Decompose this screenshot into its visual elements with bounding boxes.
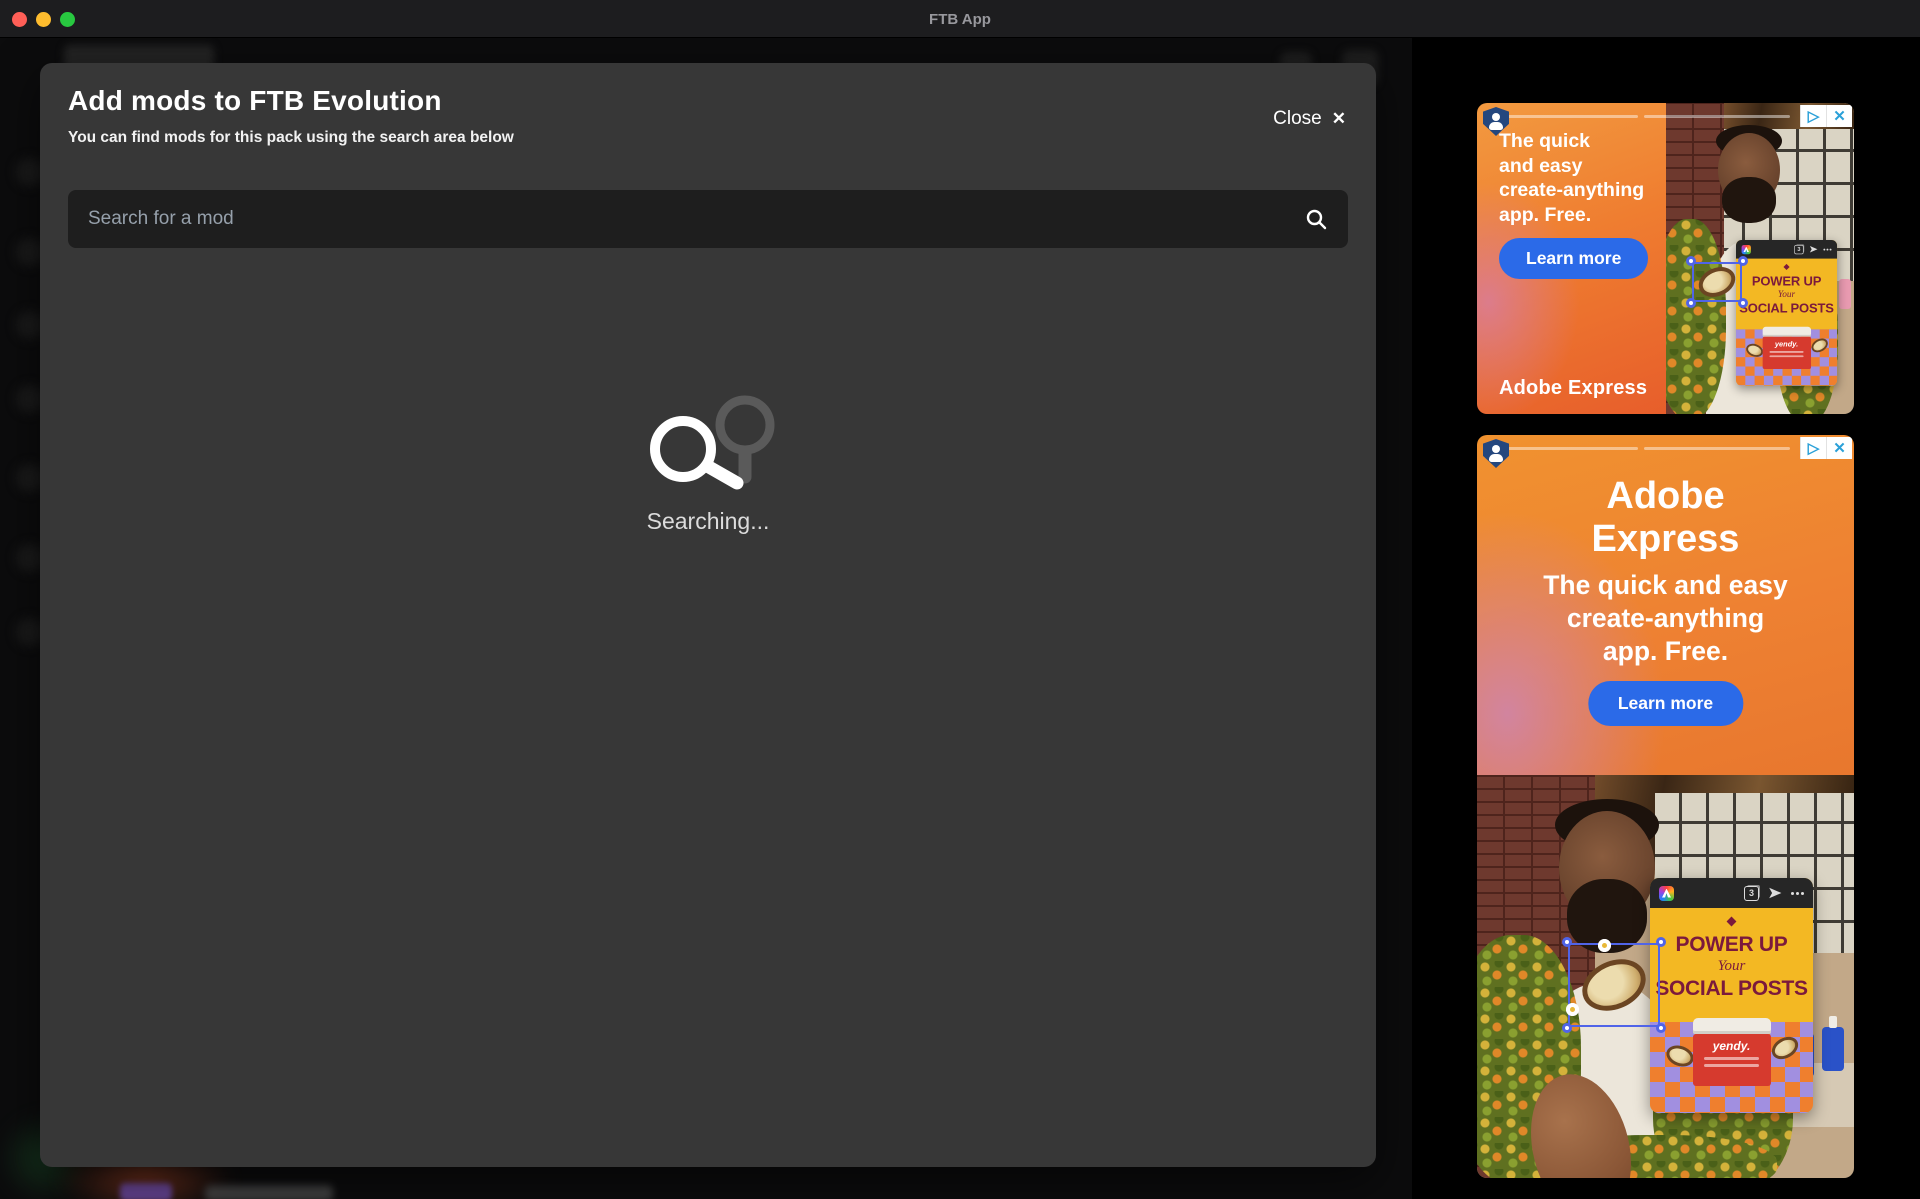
ad-headline-line: app. Free. bbox=[1499, 203, 1644, 228]
selection-handle[interactable] bbox=[1656, 1023, 1666, 1033]
background-avatar-shape bbox=[120, 1183, 172, 1199]
card-header: 3 bbox=[1650, 878, 1813, 908]
card-title-line: Your bbox=[1654, 957, 1809, 976]
adobe-express-logo: Adobe Express bbox=[1499, 377, 1647, 400]
ad-photo-scene: 3 POWER UP Your SOCIAL POSTS bbox=[1477, 775, 1854, 1178]
shea-nut-graphic bbox=[1694, 261, 1740, 302]
selection-box[interactable] bbox=[1692, 262, 1742, 302]
learn-more-button[interactable]: Learn more bbox=[1588, 681, 1743, 726]
brand-line: Adobe bbox=[1477, 475, 1854, 518]
ad-headline: The quick and easy create-anything app. … bbox=[1477, 569, 1854, 668]
selection-handle[interactable] bbox=[1686, 256, 1696, 266]
modal-title: Add mods to FTB Evolution bbox=[68, 85, 442, 117]
layers-icon: 3 bbox=[1744, 886, 1759, 901]
searching-label: Searching... bbox=[40, 508, 1376, 535]
crochet-garment bbox=[1666, 219, 1726, 414]
layers-badge: 3 bbox=[1797, 246, 1800, 252]
card-title-line: POWER UP bbox=[1738, 273, 1834, 289]
man-beard bbox=[1722, 177, 1776, 223]
flower-graphic bbox=[1598, 939, 1611, 952]
ad-controls: ▷ ✕ bbox=[1800, 437, 1852, 459]
card-title-line: SOCIAL POSTS bbox=[1654, 976, 1809, 1001]
shea-nut-graphic bbox=[1574, 950, 1654, 1021]
ad-headline: The quick and easy create-anything app. … bbox=[1499, 129, 1644, 227]
selection-handle[interactable] bbox=[1738, 298, 1748, 308]
close-icon: ✕ bbox=[1332, 109, 1346, 129]
star-ornament bbox=[1783, 264, 1789, 270]
ad-banner-tall[interactable]: Adobe Express The quick and easy create-… bbox=[1477, 435, 1854, 1178]
jar-lid bbox=[1693, 1018, 1771, 1034]
learn-more-button[interactable]: Learn more bbox=[1499, 238, 1648, 279]
modal-close-label: Close bbox=[1273, 108, 1322, 130]
selection-handle[interactable] bbox=[1686, 298, 1696, 308]
flower-graphic bbox=[1566, 1003, 1579, 1016]
ad-headline-line: create-anything bbox=[1477, 602, 1854, 635]
selection-box[interactable] bbox=[1568, 943, 1660, 1027]
searching-magnifier-graphic bbox=[623, 381, 793, 501]
brand-line: Express bbox=[1477, 518, 1854, 561]
jar-body: yendy. bbox=[1762, 337, 1810, 369]
search-icon[interactable] bbox=[1304, 207, 1328, 231]
jar-body: yendy. bbox=[1693, 1034, 1771, 1086]
adobe-express-logo: Adobe Express bbox=[1477, 475, 1854, 561]
layers-badge: 3 bbox=[1749, 888, 1754, 898]
ad-headline-line: and easy bbox=[1499, 154, 1644, 179]
ad-banner-top[interactable]: The quick and easy create-anything app. … bbox=[1477, 103, 1854, 414]
ad-progress-bar bbox=[1491, 115, 1790, 118]
shelf-product bbox=[1822, 1027, 1844, 1071]
product-jar: yendy. bbox=[1693, 1018, 1771, 1086]
card-title-line: Your bbox=[1738, 289, 1834, 301]
modal-close-button[interactable]: Close ✕ bbox=[1273, 108, 1346, 130]
adchoices-icon[interactable]: ▷ bbox=[1800, 105, 1826, 127]
product-jar: yendy. bbox=[1762, 327, 1810, 369]
social-post-card: 3 POWER UP Your SOCIAL POSTS bbox=[1650, 878, 1813, 1113]
card-header: 3 bbox=[1736, 240, 1837, 259]
ad-photo-scene: 3 POWER UP Your SOCIAL POSTS bbox=[1666, 103, 1854, 414]
ad-headline-line: create-anything bbox=[1499, 178, 1644, 203]
adchoices-icon[interactable]: ▷ bbox=[1800, 437, 1826, 459]
share-icon bbox=[1809, 245, 1818, 254]
card-title-line: POWER UP bbox=[1654, 932, 1809, 957]
ad-headline-line: app. Free. bbox=[1477, 635, 1854, 668]
adobe-express-app-icon bbox=[1659, 886, 1674, 901]
card-body: POWER UP Your SOCIAL POSTS bbox=[1650, 908, 1813, 1022]
ad-close-icon[interactable]: ✕ bbox=[1826, 437, 1852, 459]
selection-handle[interactable] bbox=[1562, 937, 1572, 947]
layers-icon: 3 bbox=[1794, 245, 1803, 254]
ad-close-icon[interactable]: ✕ bbox=[1826, 105, 1852, 127]
ad-gradient-panel: The quick and easy create-anything app. … bbox=[1477, 103, 1666, 414]
selection-handle[interactable] bbox=[1656, 937, 1666, 947]
more-icon bbox=[1791, 892, 1804, 895]
selection-handle[interactable] bbox=[1562, 1023, 1572, 1033]
mod-search-bar bbox=[68, 190, 1348, 248]
star-ornament bbox=[1727, 917, 1737, 927]
shelf-product bbox=[1839, 279, 1851, 309]
card-title-line: SOCIAL POSTS bbox=[1738, 301, 1834, 317]
modal-subtitle: You can find mods for this pack using th… bbox=[68, 129, 514, 147]
jar-brand-label: yendy. bbox=[1762, 340, 1810, 349]
background-text-shape bbox=[205, 1185, 333, 1199]
card-body: POWER UP Your SOCIAL POSTS bbox=[1736, 259, 1837, 330]
window-title: FTB App bbox=[0, 0, 1920, 38]
jar-brand-label: yendy. bbox=[1693, 1039, 1771, 1053]
ad-controls: ▷ ✕ bbox=[1800, 105, 1852, 127]
selection-handle[interactable] bbox=[1738, 256, 1748, 266]
ad-gradient-panel: Adobe Express The quick and easy create-… bbox=[1477, 435, 1854, 775]
share-icon bbox=[1768, 886, 1782, 900]
social-post-card: 3 POWER UP Your SOCIAL POSTS bbox=[1736, 240, 1837, 386]
ad-progress-bar bbox=[1491, 447, 1790, 450]
ad-headline-line: The quick bbox=[1499, 129, 1644, 154]
mod-search-input[interactable] bbox=[68, 208, 1304, 230]
search-status: Searching... bbox=[40, 381, 1376, 506]
more-icon bbox=[1823, 248, 1831, 250]
add-mods-modal: Add mods to FTB Evolution You can find m… bbox=[40, 63, 1376, 1167]
titlebar: FTB App bbox=[0, 0, 1920, 38]
adobe-express-app-icon bbox=[1742, 245, 1751, 254]
app-window: FTB App The quick and easy create-anythi… bbox=[0, 0, 1920, 1199]
ad-headline-line: The quick and easy bbox=[1477, 569, 1854, 602]
jar-lid bbox=[1762, 327, 1810, 337]
